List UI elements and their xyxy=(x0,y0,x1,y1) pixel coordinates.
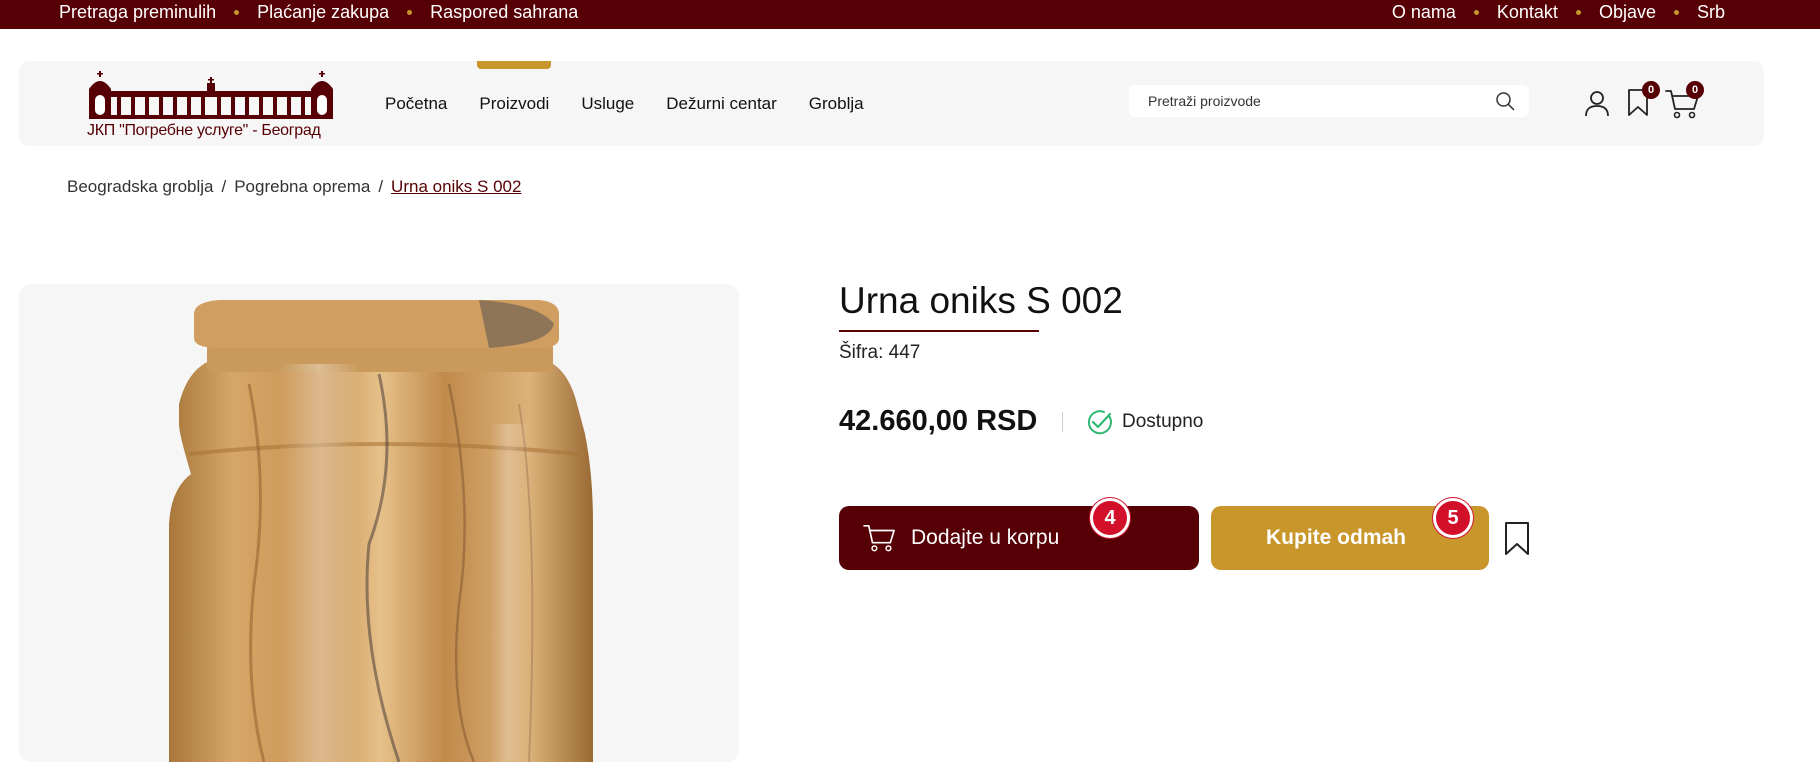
link-objave[interactable]: Objave xyxy=(1599,2,1656,23)
separator-dot xyxy=(234,10,240,15)
add-to-cart-button[interactable]: Dodajte u korpu xyxy=(839,506,1199,570)
add-to-wishlist-bookmark-icon[interactable] xyxy=(1503,521,1531,557)
nav-proizvodi[interactable]: Proizvodi xyxy=(477,60,552,114)
top-bar: Pretraga preminulih Plaćanje zakupa Rasp… xyxy=(0,0,1820,29)
main-nav: Početna Proizvodi Usluge Dežurni centar … xyxy=(385,60,896,146)
link-raspored-sahrana[interactable]: Raspored sahrana xyxy=(430,2,578,23)
product-image-panel xyxy=(19,284,739,762)
nav-pocetna[interactable]: Početna xyxy=(385,94,447,114)
search-icon[interactable] xyxy=(1495,91,1515,111)
product-sku: Šifra: 447 xyxy=(839,342,921,363)
wishlist-count-badge: 0 xyxy=(1642,81,1660,99)
price-divider xyxy=(1062,412,1063,432)
cart-icon xyxy=(863,524,895,552)
account-button[interactable] xyxy=(1579,83,1615,123)
separator-dot xyxy=(407,10,413,15)
wishlist-button[interactable]: 0 xyxy=(1623,81,1660,123)
availability-status: Dostupno xyxy=(1085,408,1203,436)
separator-dot xyxy=(1575,10,1581,15)
nav-dezurni-centar[interactable]: Dežurni centar xyxy=(666,94,777,114)
cart-count-badge: 0 xyxy=(1686,81,1704,99)
logo-building-icon xyxy=(89,71,333,119)
search-input[interactable] xyxy=(1129,85,1469,117)
cart-button[interactable]: 0 xyxy=(1665,81,1709,123)
user-icon xyxy=(1585,91,1609,117)
breadcrumb-pogrebna-oprema[interactable]: Pogrebna oprema xyxy=(234,177,370,196)
check-circle-icon xyxy=(1087,410,1112,435)
annotation-marker: 5 xyxy=(1433,498,1473,538)
top-bar-left-links: Pretraga preminulih Plaćanje zakupa Rasp… xyxy=(59,2,578,23)
title-underline xyxy=(839,330,1039,332)
breadcrumb-beogradska-groblja[interactable]: Beogradska groblja xyxy=(67,177,213,196)
annotation-marker: 4 xyxy=(1090,498,1130,538)
main-header: ЈКП "Погребне услуге" - Београд Početna … xyxy=(19,60,1764,146)
top-bar-right-links: O nama Kontakt Objave Srb xyxy=(1392,2,1725,23)
separator-dot xyxy=(1673,10,1679,15)
search-box xyxy=(1129,85,1529,117)
nav-groblja[interactable]: Groblja xyxy=(809,94,864,114)
breadcrumb-separator: / xyxy=(378,177,384,196)
breadcrumb-current-product[interactable]: Urna oniks S 002 xyxy=(391,177,521,196)
link-placanje-zakupa[interactable]: Plaćanje zakupa xyxy=(257,2,389,23)
availability-label: Dostupno xyxy=(1122,411,1204,432)
product-price: 42.660,00 RSD xyxy=(839,405,1038,437)
link-kontakt[interactable]: Kontakt xyxy=(1497,2,1558,23)
link-o-nama[interactable]: O nama xyxy=(1392,2,1456,23)
logo-text: ЈКП "Погребне услуге" - Београд xyxy=(87,122,321,139)
nav-usluge[interactable]: Usluge xyxy=(581,94,634,114)
separator-dot xyxy=(1473,10,1479,15)
add-to-cart-label: Dodajte u korpu xyxy=(911,526,1060,549)
product-title: Urna oniks S 002 xyxy=(839,280,1123,321)
breadcrumb-separator: / xyxy=(221,177,227,196)
link-pretraga-preminulih[interactable]: Pretraga preminulih xyxy=(59,2,216,23)
product-image[interactable] xyxy=(19,284,739,762)
language-switcher[interactable]: Srb xyxy=(1697,2,1725,23)
site-logo[interactable]: ЈКП "Погребне услуге" - Београд xyxy=(87,71,335,141)
breadcrumb: Beogradska groblja / Pogrebna oprema / Urna … xyxy=(67,177,521,197)
